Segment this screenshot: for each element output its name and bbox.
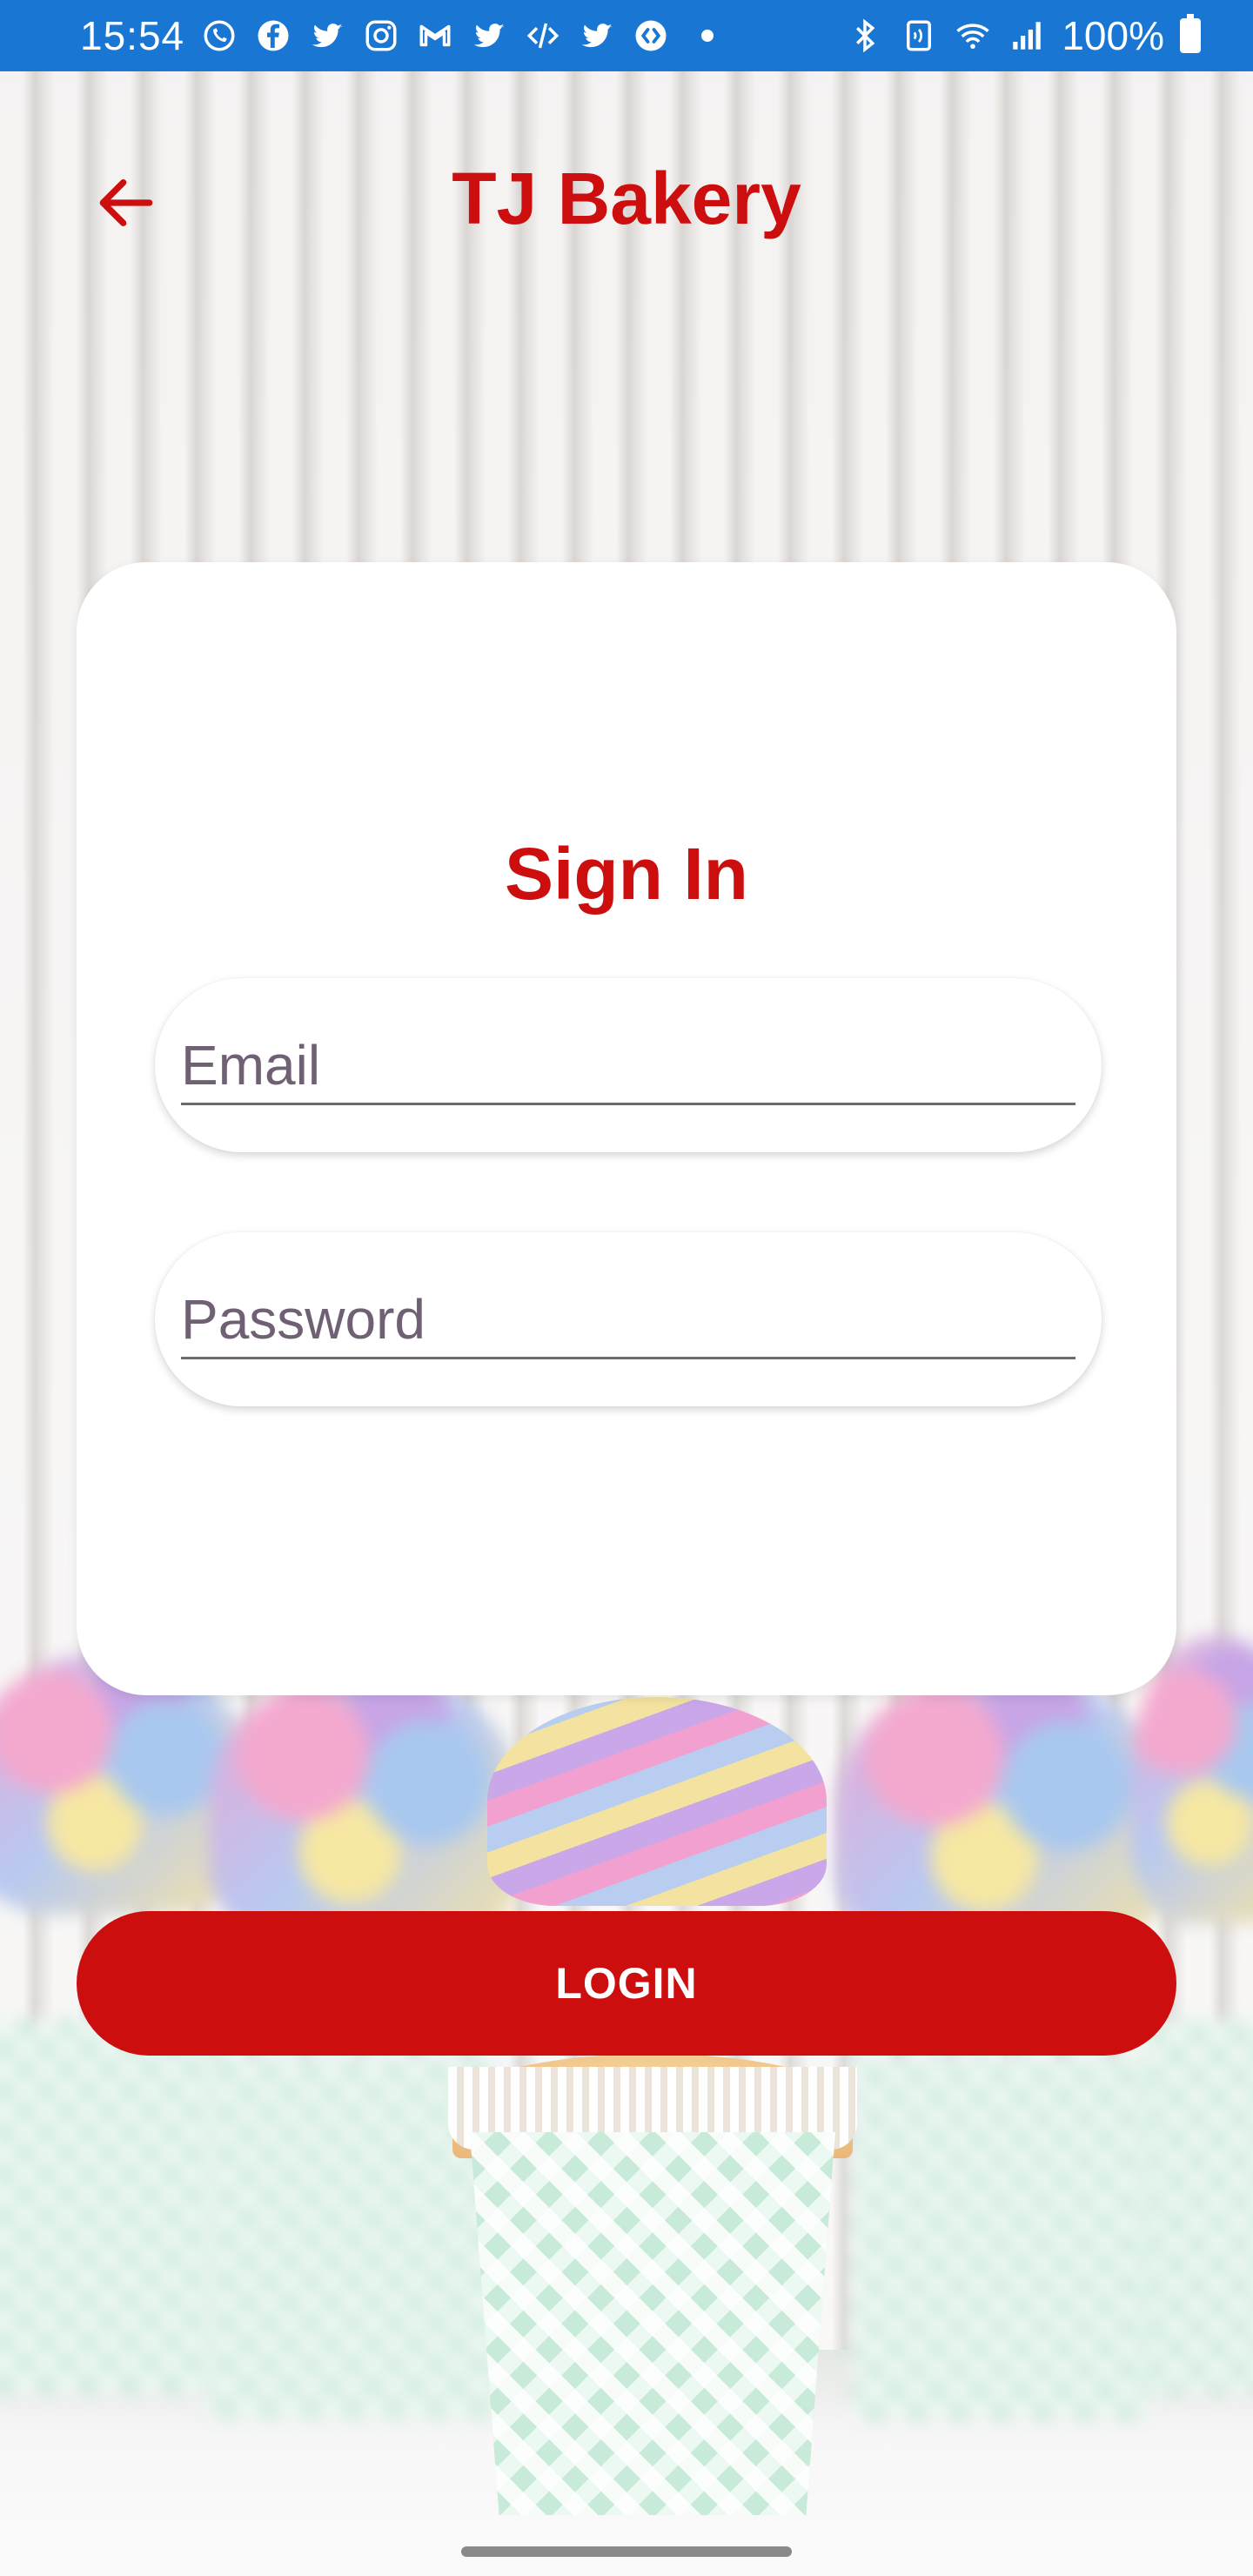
facebook-icon: [254, 17, 292, 55]
sign-in-title: Sign In: [505, 833, 748, 915]
twitter-icon: [470, 17, 508, 55]
instagram-icon: [362, 17, 400, 55]
password-input[interactable]: [181, 1281, 1075, 1359]
battery-icon: [1180, 14, 1201, 53]
nfc-icon: [900, 17, 938, 55]
password-field-container: [155, 1232, 1102, 1406]
email-field-container: [155, 978, 1102, 1152]
status-bar-right: 100%: [846, 12, 1201, 59]
status-bar: 15:54 100%: [0, 0, 1253, 71]
sign-in-card: Sign In: [77, 562, 1176, 1695]
email-input[interactable]: [181, 1027, 1075, 1105]
cupcake-cup: [470, 2132, 835, 2515]
cupcake-frosting: [487, 1697, 827, 1906]
app-title: TJ Bakery: [452, 158, 801, 239]
login-button[interactable]: LOGIN: [77, 1911, 1176, 2056]
status-time: 15:54: [80, 13, 185, 58]
shazam-icon: [632, 17, 670, 55]
code-icon: [524, 17, 562, 55]
notification-dot-icon: [701, 30, 714, 42]
battery-percentage: 100%: [1062, 13, 1164, 58]
gmail-icon: [416, 17, 454, 55]
whatsapp-icon: [200, 17, 238, 55]
status-bar-left: 15:54: [80, 12, 729, 59]
signal-icon: [1008, 17, 1046, 55]
home-gesture-handle[interactable]: [461, 2546, 792, 2557]
twitter-icon: [308, 17, 346, 55]
bluetooth-icon: [846, 17, 884, 55]
wifi-icon: [954, 17, 992, 55]
twitter-icon: [578, 17, 616, 55]
